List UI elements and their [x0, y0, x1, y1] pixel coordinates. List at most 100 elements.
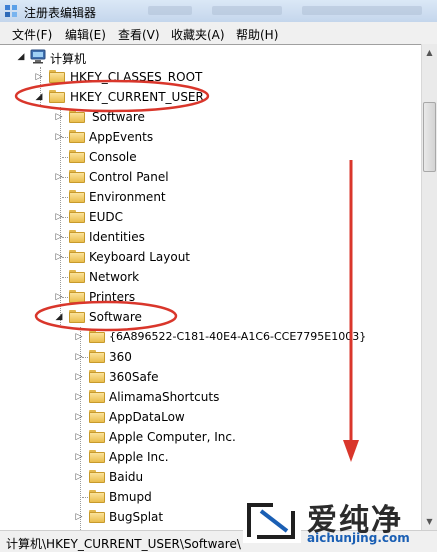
folder-icon	[49, 70, 65, 84]
expand-arrow-icon[interactable]: ▷	[74, 411, 84, 423]
expand-arrow-icon[interactable]: ▷	[74, 331, 84, 343]
expand-arrow-icon[interactable]: ▷	[74, 511, 84, 523]
expand-arrow-icon[interactable]: ▷	[54, 251, 64, 263]
status-path: 计算机\HKEY_CURRENT_USER\Software\	[6, 537, 241, 551]
tree-item-label: Software	[92, 110, 145, 124]
tree-item-label: Printers	[89, 290, 136, 304]
folder-icon	[69, 250, 85, 264]
menu-help[interactable]: 帮助(H)	[236, 26, 278, 43]
tree-item-360[interactable]: ▷ 360	[0, 347, 421, 367]
tree-item-hkey-classes-root[interactable]: ▷ HKEY_CLASSES_ROOT	[0, 67, 421, 87]
tree-item-label: EUDC	[89, 210, 123, 224]
computer-icon	[30, 49, 46, 64]
folder-icon	[89, 450, 105, 464]
tree-item-label: AppEvents	[89, 130, 154, 144]
collapse-arrow-icon[interactable]: ◢	[54, 311, 64, 323]
tree-item-computer[interactable]: ◢ 计算机	[0, 47, 421, 67]
expand-arrow-icon[interactable]: ▷	[74, 431, 84, 443]
folder-icon	[69, 150, 85, 164]
tree-item-label: {6A896522-C181-40E4-A1C6-CCE7795E1003}	[109, 330, 367, 343]
folder-icon	[69, 190, 85, 204]
registry-tree[interactable]: ◢ 计算机 ▷ HKEY_CLASSES_ROOT ◢ HKEY_CURRENT…	[0, 44, 421, 531]
expand-arrow-icon[interactable]: ▷	[34, 71, 44, 83]
tree-item-identities[interactable]: ▷ Identities	[0, 227, 421, 247]
tree-item-label: 360	[109, 350, 132, 364]
tree-item-label: 360Safe	[109, 370, 159, 384]
registry-editor-icon	[5, 5, 17, 17]
scroll-up-arrow-icon[interactable]: ▲	[423, 45, 436, 60]
menu-file[interactable]: 文件(F)	[12, 26, 52, 43]
title-bar: 注册表编辑器	[0, 0, 437, 22]
tree-item-eudc[interactable]: ▷ EUDC	[0, 207, 421, 227]
collapse-arrow-icon[interactable]: ◢	[34, 91, 44, 103]
tree-item-label: Identities	[89, 230, 145, 244]
window-title: 注册表编辑器	[24, 6, 97, 20]
tree-item-label: BugSplat	[109, 510, 164, 524]
tree-item-appevents[interactable]: ▷ AppEvents	[0, 127, 421, 147]
watermark: 爱纯净 aichunjing.com	[243, 493, 437, 552]
tree-item-keyboard-layout[interactable]: ▷ Keyboard Layout	[0, 247, 421, 267]
menu-edit[interactable]: 编辑(E)	[65, 26, 106, 43]
watermark-logo-icon	[243, 497, 301, 543]
folder-icon	[89, 390, 105, 404]
expand-arrow-icon[interactable]: ▷	[74, 391, 84, 403]
folder-icon	[89, 370, 105, 384]
tree-item-alimamashortcuts[interactable]: ▷ AlimamaShortcuts	[0, 387, 421, 407]
tree-item-360safe[interactable]: ▷ 360Safe	[0, 367, 421, 387]
blurred-background-text	[302, 6, 422, 15]
vertical-scrollbar[interactable]: ▲ ▼	[421, 44, 437, 530]
tree-item-network[interactable]: Network	[0, 267, 421, 287]
tree-item-guid-key[interactable]: ▷ {6A896522-C181-40E4-A1C6-CCE7795E1003}	[0, 327, 421, 347]
expand-arrow-icon[interactable]: ▷	[54, 231, 64, 243]
folder-icon	[69, 110, 85, 124]
tree-item-label: AppDataLow	[109, 410, 185, 424]
tree-item-environment[interactable]: Environment	[0, 187, 421, 207]
folder-icon	[89, 430, 105, 444]
tree-item-label: Baidu	[109, 470, 144, 484]
tree-item-appdatalow[interactable]: ▷ AppDataLow	[0, 407, 421, 427]
menu-bar: 文件(F) 编辑(E) 查看(V) 收藏夹(A) 帮助(H)	[0, 22, 437, 45]
collapse-arrow-icon[interactable]: ◢	[16, 51, 26, 63]
folder-icon	[89, 330, 105, 344]
tree-item-label: Console	[89, 150, 137, 164]
tree-item-baidu[interactable]: ▷ Baidu	[0, 467, 421, 487]
folder-icon	[69, 290, 85, 304]
expand-arrow-icon[interactable]: ▷	[54, 111, 64, 123]
folder-icon	[69, 130, 85, 144]
folder-icon	[89, 510, 105, 524]
tree-item-label: HKEY_CURRENT_USER	[70, 90, 204, 104]
folder-open-icon	[49, 90, 65, 104]
tree-item-hkey-current-user[interactable]: ◢ HKEY_CURRENT_USER	[0, 87, 421, 107]
tree-item-apple-computer[interactable]: ▷ Apple Computer, Inc.	[0, 427, 421, 447]
tree-item-printers[interactable]: ▷ Printers	[0, 287, 421, 307]
expand-arrow-icon[interactable]: ▷	[54, 211, 64, 223]
folder-open-icon	[69, 310, 85, 324]
expand-arrow-icon[interactable]: ▷	[74, 471, 84, 483]
tree-item-label: Software	[89, 310, 142, 324]
tree-item-label: Keyboard Layout	[89, 250, 191, 264]
folder-icon	[69, 170, 85, 184]
expand-arrow-icon[interactable]: ▷	[54, 171, 64, 183]
tree-item-label: Network	[89, 270, 140, 284]
tree-item-software[interactable]: ◢ Software	[0, 307, 421, 327]
tree-item-label: AlimamaShortcuts	[109, 390, 220, 404]
tree-item-label: 计算机	[50, 52, 87, 66]
expand-arrow-icon[interactable]: ▷	[74, 351, 84, 363]
tree-item-label: Environment	[89, 190, 166, 204]
blurred-background-text	[148, 6, 192, 15]
folder-icon	[89, 470, 105, 484]
menu-favorites[interactable]: 收藏夹(A)	[171, 26, 225, 43]
tree-item-control-panel[interactable]: ▷ Control Panel	[0, 167, 421, 187]
menu-view[interactable]: 查看(V)	[118, 26, 160, 43]
expand-arrow-icon[interactable]: ▷	[54, 291, 64, 303]
expand-arrow-icon[interactable]: ▷	[74, 371, 84, 383]
blurred-background-text	[212, 6, 282, 15]
scrollbar-thumb[interactable]	[423, 102, 436, 172]
tree-item-console[interactable]: Console	[0, 147, 421, 167]
expand-arrow-icon[interactable]: ▷	[74, 451, 84, 463]
tree-item-label: Apple Computer, Inc.	[109, 430, 236, 444]
tree-item-label: HKEY_CLASSES_ROOT	[70, 70, 203, 84]
tree-item-software-top[interactable]: ▷ Software	[0, 107, 421, 127]
tree-item-apple-inc[interactable]: ▷ Apple Inc.	[0, 447, 421, 467]
expand-arrow-icon[interactable]: ▷	[54, 131, 64, 143]
